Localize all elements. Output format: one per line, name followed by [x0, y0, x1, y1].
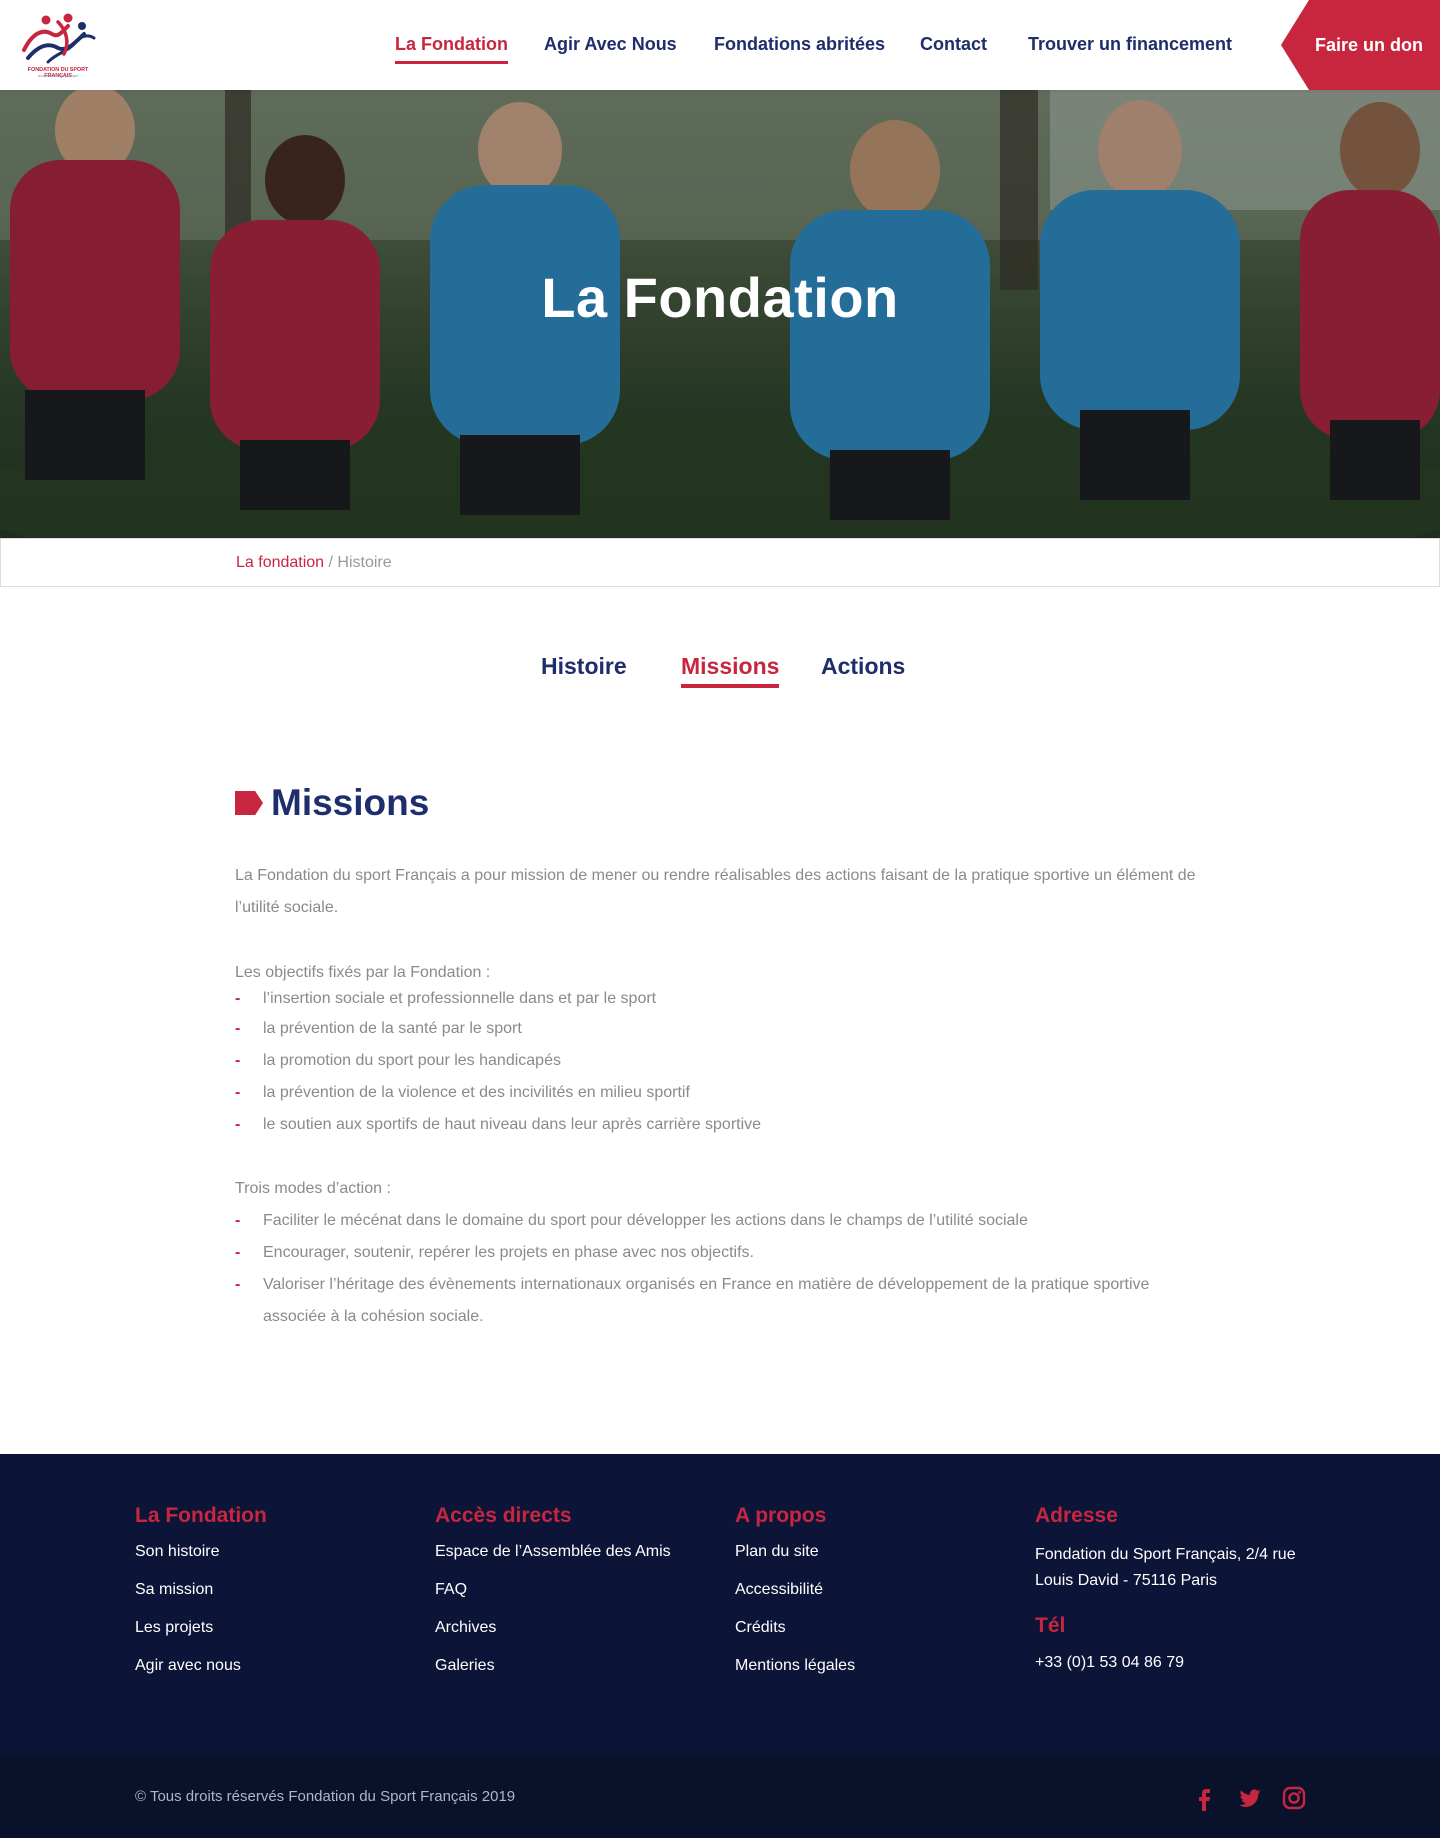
footer-link-son-histoire[interactable]: Son histoire	[135, 1542, 405, 1562]
footer-link-les-projets[interactable]: Les projets	[135, 1618, 405, 1638]
tab-histoire[interactable]: Histoire	[541, 653, 627, 684]
nav-contact[interactable]: Contact	[920, 34, 987, 61]
list-item: Faciliter le mécénat dans le domaine du …	[235, 1205, 1200, 1237]
nav-agir-avec-nous[interactable]: Agir Avec Nous	[544, 34, 677, 61]
intro-paragraph: La Fondation du sport Français a pour mi…	[235, 867, 1196, 916]
footer-col-acces-directs: Accès directs Espace de l’Assemblée des …	[435, 1504, 705, 1694]
donate-button[interactable]: Faire un don	[1281, 0, 1440, 90]
footer-col-title: La Fondation	[135, 1504, 267, 1527]
modes-list: Faciliter le mécénat dans le domaine du …	[235, 1205, 1200, 1333]
footer-link-archives[interactable]: Archives	[435, 1618, 705, 1638]
footer-col-title: A propos	[735, 1504, 827, 1527]
list-item: la prévention de la violence et des inci…	[235, 1077, 1200, 1109]
nav-la-fondation[interactable]: La Fondation	[395, 34, 508, 64]
footer-link-sa-mission[interactable]: Sa mission	[135, 1580, 405, 1600]
twitter-icon[interactable]	[1237, 1785, 1263, 1811]
modes-heading: Trois modes d’action :	[235, 1180, 391, 1197]
footer-col-adresse: Adresse Fondation du Sport Français, 2/4…	[1035, 1504, 1305, 1676]
list-item: le soutien aux sportifs de haut niveau d…	[235, 1109, 1200, 1141]
footer-tel-title: Tél	[1035, 1614, 1066, 1637]
footer-link-agir-avec-nous[interactable]: Agir avec nous	[135, 1656, 405, 1676]
site-footer: La Fondation Son histoire Sa mission Les…	[0, 1454, 1440, 1756]
nav-fondations-abritees[interactable]: Fondations abritées	[714, 34, 885, 61]
breadcrumb-separator: /	[324, 554, 338, 571]
tab-missions[interactable]: Missions	[681, 653, 780, 688]
list-item: Encourager, soutenir, repérer les projet…	[235, 1237, 1200, 1269]
breadcrumb-link-la-fondation[interactable]: La fondation	[236, 554, 324, 571]
breadcrumb: La fondation / Histoire	[0, 538, 1440, 587]
footer-col-fondation: La Fondation Son histoire Sa mission Les…	[135, 1504, 405, 1694]
footer-col-title: Accès directs	[435, 1504, 572, 1527]
hero-banner: La Fondation	[0, 90, 1440, 538]
footer-link-assemblee-amis[interactable]: Espace de l’Assemblée des Amis	[435, 1542, 705, 1562]
logo-figures-icon	[22, 13, 96, 64]
list-item: la promotion du sport pour les handicapé…	[235, 1045, 1200, 1077]
site-header: FONDATION DU SPORT FRANÇAIS reconnue d'u…	[0, 0, 1440, 90]
page-title: Missions	[271, 782, 430, 823]
logo-subtext: reconnue d'utilité publique	[37, 74, 79, 78]
footer-address: Fondation du Sport Français, 2/4 rue Lou…	[1035, 1546, 1296, 1589]
footer-link-credits[interactable]: Crédits	[735, 1618, 1005, 1638]
footer-address-title: Adresse	[1035, 1504, 1118, 1527]
footer-link-mentions-legales[interactable]: Mentions légales	[735, 1656, 1005, 1676]
footer-link-accessibilite[interactable]: Accessibilité	[735, 1580, 1005, 1600]
list-item: la prévention de la santé par le sport	[235, 1013, 1200, 1045]
hero-title: La Fondation	[541, 266, 899, 329]
footer-link-galeries[interactable]: Galeries	[435, 1656, 705, 1676]
breadcrumb-current: Histoire	[337, 554, 392, 571]
title-flag-icon	[235, 791, 263, 815]
list-item: Valoriser l’héritage des évènements inte…	[235, 1269, 1200, 1333]
footer-link-plan-du-site[interactable]: Plan du site	[735, 1542, 1005, 1562]
list-item: l’insertion sociale et professionnelle d…	[235, 985, 1200, 1013]
objectives-list: l’insertion sociale et professionnelle d…	[235, 985, 1200, 1141]
site-logo[interactable]: FONDATION DU SPORT FRANÇAIS reconnue d'u…	[18, 12, 98, 80]
nav-trouver-financement[interactable]: Trouver un financement	[1028, 34, 1232, 61]
facebook-icon[interactable]	[1191, 1785, 1217, 1811]
copyright-text: © Tous droits réservés Fondation du Spor…	[135, 1788, 516, 1805]
footer-link-faq[interactable]: FAQ	[435, 1580, 705, 1600]
tab-actions[interactable]: Actions	[821, 653, 905, 684]
section-title: Missions	[235, 782, 429, 824]
instagram-icon[interactable]	[1281, 1785, 1307, 1811]
footer-col-a-propos: A propos Plan du site Accessibilité Créd…	[735, 1504, 1005, 1694]
footer-tel: +33 (0)1 53 04 86 79	[1035, 1654, 1185, 1671]
footer-bottom-bar: © Tous droits réservés Fondation du Spor…	[0, 1756, 1440, 1838]
